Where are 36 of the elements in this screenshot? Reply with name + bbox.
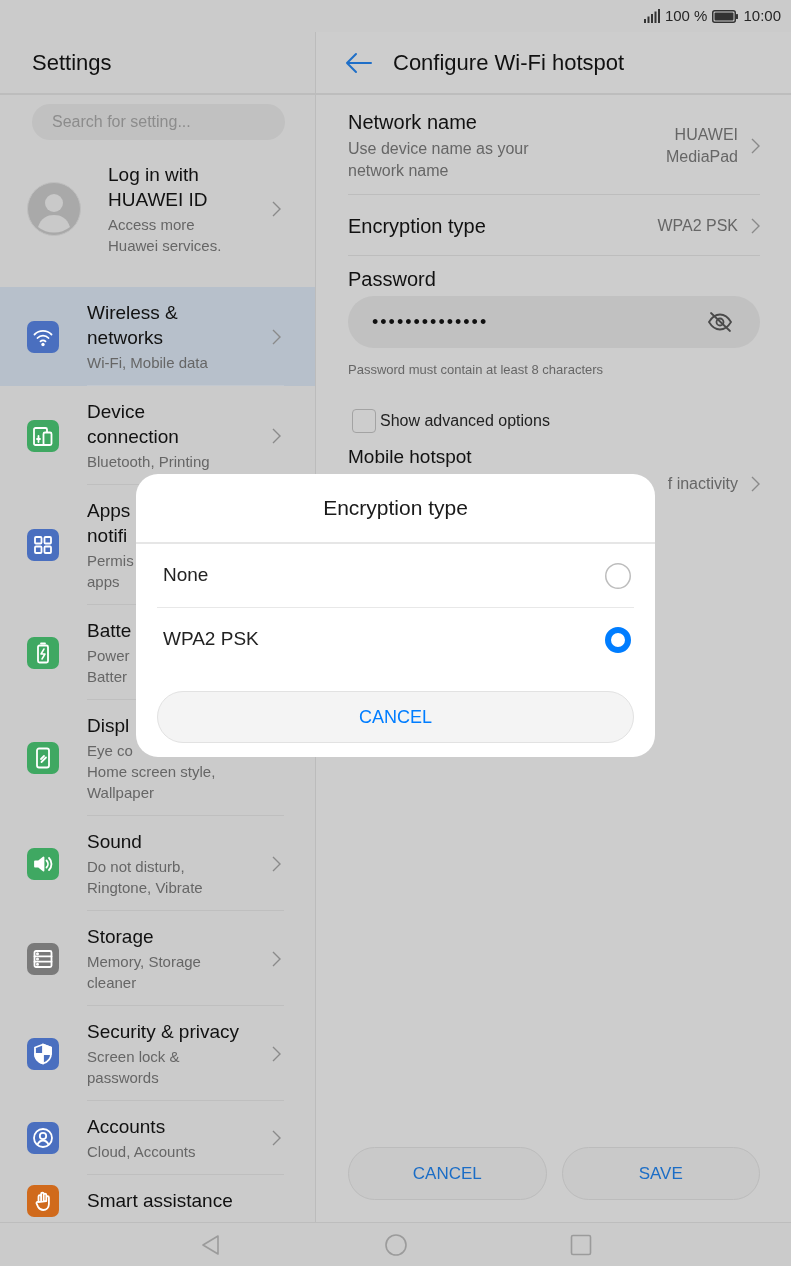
setting-title: Mobile hotspot bbox=[348, 445, 472, 469]
item-subtitle: Do not disturb, Ringtone, Vibrate bbox=[87, 857, 203, 898]
item-subtitle: Memory, Storage cleaner bbox=[87, 952, 201, 993]
item-title: Sound bbox=[87, 830, 142, 854]
setting-title: Network name bbox=[348, 110, 477, 135]
checkbox-label: Show advanced options bbox=[380, 411, 550, 431]
page-title: Configure Wi-Fi hotspot bbox=[393, 48, 625, 77]
setting-value: WPA2 PSK bbox=[657, 216, 738, 236]
setting-description: Use device name as your network name bbox=[348, 139, 529, 181]
item-subtitle: Eye co Home screen style, Wallpaper bbox=[87, 741, 216, 803]
item-title: Displ bbox=[87, 714, 130, 738]
item-title: Accounts bbox=[87, 1115, 166, 1139]
item-title: Security & privacy bbox=[87, 1020, 240, 1044]
item-title: Smart assistance bbox=[87, 1189, 233, 1213]
item-title: Wireless & networks bbox=[87, 301, 178, 350]
field-label: Password bbox=[348, 267, 436, 292]
dialog-title: Encryption type bbox=[323, 495, 468, 522]
setting-value: HUAWEI MediaPad bbox=[665, 124, 738, 167]
item-subtitle: Cloud, Accounts bbox=[87, 1142, 196, 1162]
field-hint: Password must contain at least 8 characters bbox=[348, 361, 604, 379]
item-subtitle: Screen lock & passwords bbox=[87, 1047, 180, 1088]
account-title: Log in with HUAWEI ID bbox=[108, 163, 208, 212]
setting-title: Encryption type bbox=[348, 214, 486, 239]
item-title: Apps notifi bbox=[87, 499, 131, 548]
item-title: Device connection bbox=[87, 400, 179, 449]
item-subtitle: Permis apps bbox=[87, 551, 134, 592]
item-title: Storage bbox=[87, 925, 154, 949]
clock: 10:00 bbox=[743, 5, 781, 26]
item-subtitle: Bluetooth, Printing bbox=[87, 452, 210, 472]
account-subtitle: Access more Huawei services. bbox=[108, 215, 222, 256]
item-subtitle: Power Batter bbox=[87, 646, 130, 687]
battery-percentage: 100 % bbox=[664, 5, 708, 26]
item-subtitle: Wi-Fi, Mobile data bbox=[87, 353, 208, 373]
item-title: Batte bbox=[87, 619, 132, 643]
setting-value: f inactivity bbox=[667, 474, 738, 494]
sidebar-title: Settings bbox=[32, 48, 112, 77]
